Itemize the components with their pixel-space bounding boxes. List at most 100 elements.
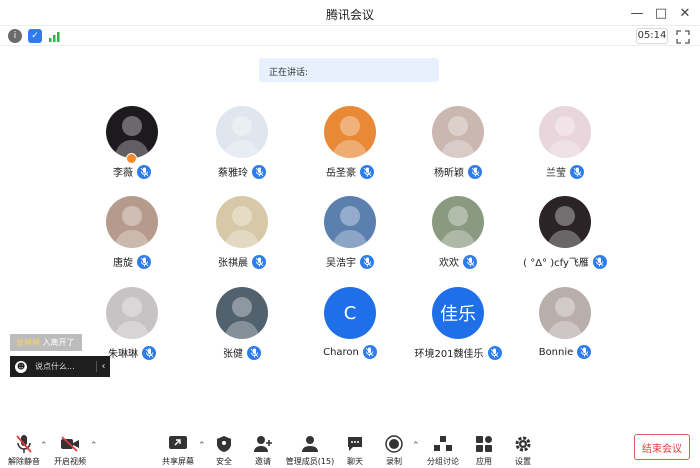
unmute-label: 解除静音 xyxy=(8,457,40,466)
shield-icon[interactable]: ✓ xyxy=(28,29,42,43)
avatar xyxy=(432,196,484,248)
breakout-rooms-label: 分组讨论 xyxy=(427,457,459,466)
chat-input-bar[interactable]: ☻ 说点什么... ‹ xyxy=(10,356,110,377)
participant-name: 李薇 xyxy=(113,168,133,179)
participant-name: 唐旋 xyxy=(113,258,133,269)
title-bar: 腾讯会议 — □ ✕ xyxy=(0,0,700,26)
participant-tile[interactable]: 张健 xyxy=(187,287,297,367)
participant-tile[interactable]: 朱琳琳 xyxy=(77,287,187,367)
participant-tile[interactable]: C Charon xyxy=(295,287,405,367)
chat-bubble-icon xyxy=(344,433,366,455)
maximize-icon[interactable]: □ xyxy=(652,4,670,22)
participant-tile[interactable]: 张祺晨 xyxy=(187,196,297,276)
mic-muted-icon xyxy=(487,345,502,360)
participant-tile[interactable]: 兰莹 xyxy=(510,106,620,186)
start-video-label: 开启视频 xyxy=(54,457,86,466)
security-shield-icon xyxy=(213,433,235,455)
avatar-initials: C xyxy=(343,302,357,324)
fullscreen-icon[interactable] xyxy=(676,29,690,44)
participant-name: 岳圣豪 xyxy=(326,168,356,179)
status-bar: i ✓ 05:14 xyxy=(0,26,700,46)
record-label: 录制 xyxy=(386,457,402,466)
host-badge-icon xyxy=(126,153,137,164)
mic-muted-icon xyxy=(463,254,477,269)
avatar xyxy=(539,287,591,339)
apps-grid-icon xyxy=(473,433,495,455)
participant-name: 杨昕颖 xyxy=(434,168,464,179)
invite-user-icon xyxy=(252,433,274,455)
participant-name-row: 环境201魏佳乐 xyxy=(403,345,513,360)
participant-name-row: 吴浩宇 xyxy=(295,254,405,269)
participant-name-row: 李薇 xyxy=(77,164,187,179)
minimize-icon[interactable]: — xyxy=(628,4,646,22)
settings-button[interactable]: 设置 xyxy=(500,428,546,468)
participant-name-row: 兰莹 xyxy=(510,164,620,179)
breakout-rooms-button[interactable]: 分组讨论 xyxy=(420,428,466,468)
participant-tile[interactable]: 李薇 xyxy=(77,106,187,186)
chat-placeholder[interactable]: 说点什么... xyxy=(35,361,96,372)
meeting-timer: 05:14 xyxy=(636,28,668,44)
avatar xyxy=(432,106,484,158)
avatar xyxy=(216,196,268,248)
bottom-toolbar: 解除静音 ⌃ 开启视频 ⌃ 共享屏幕 ⌃ 安全 邀请 管理成员(15) 聊天 录… xyxy=(0,428,700,468)
mic-muted-icon xyxy=(577,345,592,359)
participant-tile[interactable]: 杨昕颖 xyxy=(403,106,513,186)
gear-icon xyxy=(512,433,534,455)
participant-name: 环境201魏佳乐 xyxy=(414,349,484,360)
avatar: C xyxy=(324,287,376,339)
participant-tile[interactable]: 吴浩宇 xyxy=(295,196,405,276)
mic-muted-icon xyxy=(360,164,374,179)
participant-tile[interactable]: ( °Δ° )cfy飞雁 xyxy=(510,196,620,276)
record-icon xyxy=(383,433,405,455)
invite-label: 邀请 xyxy=(255,457,271,466)
participant-name-row: 蔡雅玲 xyxy=(187,164,297,179)
start-video-button[interactable]: 开启视频 xyxy=(47,428,93,468)
participant-tile[interactable]: 岳圣豪 xyxy=(295,106,405,186)
close-icon[interactable]: ✕ xyxy=(676,4,694,22)
invite-button[interactable]: 邀请 xyxy=(240,428,286,468)
mic-muted-icon xyxy=(360,254,374,269)
participant-name: 朱琳琳 xyxy=(108,349,138,360)
record-options-chevron-icon[interactable]: ⌃ xyxy=(412,441,420,451)
mic-muted-icon xyxy=(137,164,151,179)
mic-muted-icon xyxy=(252,164,266,179)
security-label: 安全 xyxy=(216,457,232,466)
participant-name: 欢欢 xyxy=(439,258,459,269)
notify-text: 入离开了 xyxy=(42,338,75,347)
avatar xyxy=(324,106,376,158)
participant-tile[interactable]: Bonnie xyxy=(510,287,620,367)
manage-members-button[interactable]: 管理成员(15) xyxy=(283,428,337,468)
video-options-chevron-icon[interactable]: ⌃ xyxy=(90,441,98,451)
mic-muted-icon xyxy=(252,254,266,269)
window-controls: — □ ✕ xyxy=(628,4,694,22)
avatar xyxy=(106,106,158,158)
avatar xyxy=(106,196,158,248)
emoji-icon[interactable]: ☻ xyxy=(15,360,27,373)
collapse-chevron-icon[interactable]: ‹ xyxy=(96,361,110,372)
signal-icon[interactable] xyxy=(48,29,62,43)
participant-name-row: 唐旋 xyxy=(77,254,187,269)
participant-name: 兰莹 xyxy=(546,168,566,179)
participant-name: 张祺晨 xyxy=(218,258,248,269)
participant-tile[interactable]: 欢欢 xyxy=(403,196,513,276)
info-icon[interactable]: i xyxy=(8,29,22,43)
mic-off-icon xyxy=(13,433,35,455)
participant-name-row: 岳圣豪 xyxy=(295,164,405,179)
video-off-icon xyxy=(59,433,81,455)
speaking-indicator: 正在讲话: xyxy=(259,58,439,82)
participant-name: 蔡雅玲 xyxy=(218,168,248,179)
participant-tile[interactable]: 佳乐 环境201魏佳乐 xyxy=(403,287,513,367)
settings-label: 设置 xyxy=(515,457,531,466)
avatar xyxy=(106,287,158,339)
apps-label: 应用 xyxy=(476,457,492,466)
window-title: 腾讯会议 xyxy=(325,8,374,22)
participant-name-row: Bonnie xyxy=(510,345,620,359)
end-meeting-button[interactable]: 结束会议 xyxy=(634,434,690,460)
participant-tile[interactable]: 蔡雅玲 xyxy=(187,106,297,186)
meeting-window: 腾讯会议 — □ ✕ i ✓ 05:14 正在讲话: 李薇 蔡雅玲 岳圣豪 杨昕颖 兰莹… xyxy=(0,0,700,468)
record-button[interactable]: 录制 xyxy=(371,428,417,468)
participant-tile[interactable]: 唐旋 xyxy=(77,196,187,276)
avatar xyxy=(539,196,591,248)
participant-name: 张健 xyxy=(223,349,243,360)
share-screen-button[interactable]: 共享屏幕 xyxy=(155,428,201,468)
